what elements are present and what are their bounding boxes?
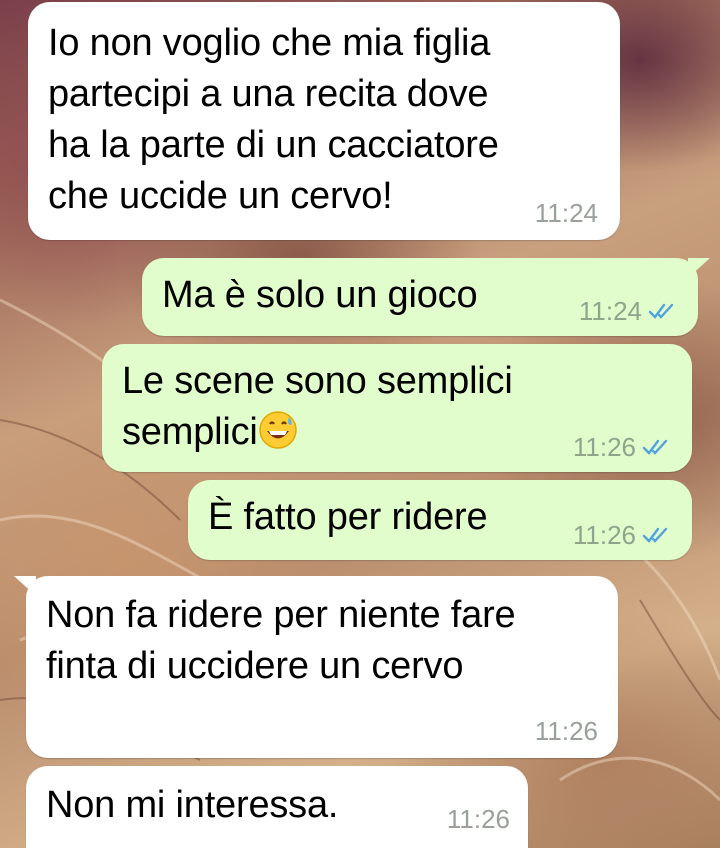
message-bubble-incoming[interactable]: Io non voglio che mia figlia partecipi a… xyxy=(28,2,620,240)
message-timestamp: 11:26 xyxy=(572,520,636,550)
message-timestamp: 11:26 xyxy=(446,804,510,834)
message-meta: 11:26 xyxy=(535,716,598,746)
message-bubble-outgoing[interactable]: È fatto per ridere 11:26 xyxy=(188,480,692,560)
message-meta: 11:24 xyxy=(579,296,678,326)
bubble-tail xyxy=(14,576,36,596)
message-meta: 11:26 xyxy=(447,804,510,834)
message-text-line: semplici xyxy=(122,411,258,453)
message-meta: 11:26 xyxy=(573,432,672,462)
message-bubble-outgoing[interactable]: Ma è solo un gioco 11:24 xyxy=(142,258,710,336)
double-check-icon xyxy=(642,437,672,457)
grinning-face-with-sweat-emoji xyxy=(258,410,298,464)
chat-thread[interactable]: Io non voglio che mia figlia partecipi a… xyxy=(0,0,720,848)
message-bubble-outgoing[interactable]: Le scene sono semplici semplici 11:26 xyxy=(102,344,692,472)
message-meta: 11:24 xyxy=(535,198,598,228)
double-check-icon xyxy=(642,525,672,545)
message-meta: 11:26 xyxy=(573,520,672,550)
message-text: Io non voglio che mia figlia partecipi a… xyxy=(48,22,499,217)
message-bubble-incoming[interactable]: Non fa ridere per niente fare finta di u… xyxy=(14,576,618,758)
message-timestamp: 11:24 xyxy=(534,198,598,228)
message-text: Non fa ridere per niente fare finta di u… xyxy=(46,594,516,687)
message-text: Non mi interessa. xyxy=(46,784,339,826)
message-timestamp: 11:24 xyxy=(578,296,642,326)
bubble-tail xyxy=(688,258,710,278)
message-timestamp: 11:26 xyxy=(534,716,598,746)
message-bubble-incoming[interactable]: Non mi interessa. 11:26 xyxy=(26,766,528,848)
double-check-icon xyxy=(648,301,678,321)
message-timestamp: 11:26 xyxy=(572,432,636,462)
message-text-line: Le scene sono semplici xyxy=(122,360,513,402)
